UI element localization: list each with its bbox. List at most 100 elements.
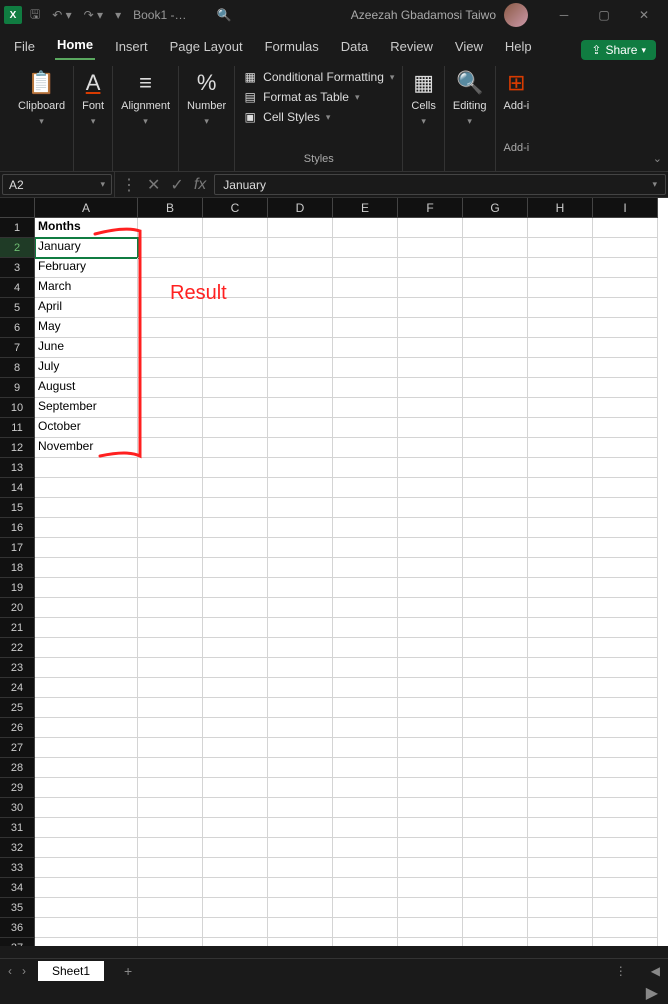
cell-E36[interactable] [333, 918, 398, 938]
cell-F36[interactable] [398, 918, 463, 938]
cell-H20[interactable] [528, 598, 593, 618]
row-header-36[interactable]: 36 [0, 918, 35, 938]
cell-H25[interactable] [528, 698, 593, 718]
row-header-14[interactable]: 14 [0, 478, 35, 498]
cell-I13[interactable] [593, 458, 658, 478]
cell-B32[interactable] [138, 838, 203, 858]
cell-D26[interactable] [268, 718, 333, 738]
cell-E16[interactable] [333, 518, 398, 538]
column-header-E[interactable]: E [333, 198, 398, 218]
cell-A31[interactable] [35, 818, 138, 838]
cell-C4[interactable] [203, 278, 268, 298]
cell-F37[interactable] [398, 938, 463, 946]
cell-E33[interactable] [333, 858, 398, 878]
cell-B18[interactable] [138, 558, 203, 578]
cell-E4[interactable] [333, 278, 398, 298]
cell-C15[interactable] [203, 498, 268, 518]
cell-G25[interactable] [463, 698, 528, 718]
ribbon-group-font[interactable]: A Font ▾ [74, 66, 113, 171]
cell-D20[interactable] [268, 598, 333, 618]
cell-B24[interactable] [138, 678, 203, 698]
cell-I37[interactable] [593, 938, 658, 946]
cell-F4[interactable] [398, 278, 463, 298]
cell-I9[interactable] [593, 378, 658, 398]
cell-B7[interactable] [138, 338, 203, 358]
save-icon[interactable]: 🖫 [30, 5, 40, 26]
cell-D30[interactable] [268, 798, 333, 818]
row-header-28[interactable]: 28 [0, 758, 35, 778]
cell-G29[interactable] [463, 778, 528, 798]
search-icon[interactable]: 🔍 [216, 8, 231, 22]
cell-A8[interactable]: July [35, 358, 138, 378]
row-header-15[interactable]: 15 [0, 498, 35, 518]
cell-C31[interactable] [203, 818, 268, 838]
cell-E1[interactable] [333, 218, 398, 238]
cell-D13[interactable] [268, 458, 333, 478]
cell-A3[interactable]: February [35, 258, 138, 278]
tab-home[interactable]: Home [55, 33, 95, 60]
cell-styles-button[interactable]: ▣ Cell Styles ▾ [243, 110, 394, 124]
cell-C20[interactable] [203, 598, 268, 618]
row-header-12[interactable]: 12 [0, 438, 35, 458]
row-header-1[interactable]: 1 [0, 218, 35, 238]
cell-D1[interactable] [268, 218, 333, 238]
cell-C9[interactable] [203, 378, 268, 398]
cancel-formula-icon[interactable]: ✕ [147, 175, 160, 195]
cell-G13[interactable] [463, 458, 528, 478]
cell-E2[interactable] [333, 238, 398, 258]
cell-D19[interactable] [268, 578, 333, 598]
cell-E18[interactable] [333, 558, 398, 578]
row-header-3[interactable]: 3 [0, 258, 35, 278]
minimize-button[interactable]: ─ [544, 1, 584, 29]
cell-D25[interactable] [268, 698, 333, 718]
cell-C35[interactable] [203, 898, 268, 918]
cell-A27[interactable] [35, 738, 138, 758]
cell-E37[interactable] [333, 938, 398, 946]
cell-E10[interactable] [333, 398, 398, 418]
cell-A30[interactable] [35, 798, 138, 818]
cell-B8[interactable] [138, 358, 203, 378]
cell-G16[interactable] [463, 518, 528, 538]
cell-E12[interactable] [333, 438, 398, 458]
cell-F23[interactable] [398, 658, 463, 678]
cell-G6[interactable] [463, 318, 528, 338]
formula-dots-icon[interactable]: ⋮ [121, 175, 137, 195]
tab-review[interactable]: Review [388, 35, 435, 60]
row-header-25[interactable]: 25 [0, 698, 35, 718]
column-header-I[interactable]: I [593, 198, 658, 218]
cell-B12[interactable] [138, 438, 203, 458]
cell-D28[interactable] [268, 758, 333, 778]
cell-D12[interactable] [268, 438, 333, 458]
cell-B29[interactable] [138, 778, 203, 798]
cell-F1[interactable] [398, 218, 463, 238]
row-header-33[interactable]: 33 [0, 858, 35, 878]
cell-H37[interactable] [528, 938, 593, 946]
cell-I7[interactable] [593, 338, 658, 358]
cell-F5[interactable] [398, 298, 463, 318]
row-header-23[interactable]: 23 [0, 658, 35, 678]
cell-E13[interactable] [333, 458, 398, 478]
cell-C37[interactable] [203, 938, 268, 946]
cell-D4[interactable] [268, 278, 333, 298]
cell-C13[interactable] [203, 458, 268, 478]
row-header-17[interactable]: 17 [0, 538, 35, 558]
cell-A9[interactable]: August [35, 378, 138, 398]
row-header-13[interactable]: 13 [0, 458, 35, 478]
cell-C26[interactable] [203, 718, 268, 738]
cell-H24[interactable] [528, 678, 593, 698]
cell-C27[interactable] [203, 738, 268, 758]
cell-I16[interactable] [593, 518, 658, 538]
cell-I11[interactable] [593, 418, 658, 438]
cell-A19[interactable] [35, 578, 138, 598]
ribbon-group-number[interactable]: % Number ▾ [179, 66, 235, 171]
cell-H12[interactable] [528, 438, 593, 458]
cell-E26[interactable] [333, 718, 398, 738]
cell-C17[interactable] [203, 538, 268, 558]
cell-B21[interactable] [138, 618, 203, 638]
cell-I27[interactable] [593, 738, 658, 758]
cell-A29[interactable] [35, 778, 138, 798]
cell-G12[interactable] [463, 438, 528, 458]
cell-I14[interactable] [593, 478, 658, 498]
cell-D24[interactable] [268, 678, 333, 698]
cell-B19[interactable] [138, 578, 203, 598]
